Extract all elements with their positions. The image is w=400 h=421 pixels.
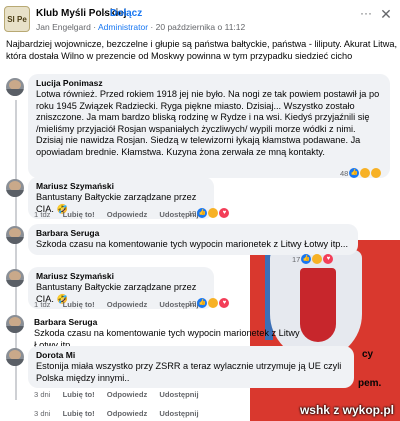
haha-reaction-icon — [360, 168, 371, 178]
group-avatar[interactable]: Sl Pe — [4, 6, 30, 32]
commenter-name[interactable]: Lucija Ponimasz — [36, 78, 382, 88]
comment-text: Lotwa również. Przed rokiem 1918 jej nie… — [36, 89, 380, 157]
commenter-name[interactable]: Barbara Seruga — [34, 317, 322, 327]
share-button[interactable]: Udostępnij — [159, 390, 198, 399]
comment-actions: 3 dni Lubię to! Odpowiedz Udostępnij — [34, 390, 209, 399]
wow-reaction-icon — [371, 168, 382, 178]
reply-button[interactable]: Odpowiedz — [107, 409, 148, 418]
post-text: Najbardziej wojownicze, bezczelne i głup… — [6, 39, 398, 61]
haha-reaction-icon — [312, 254, 323, 264]
like-reaction-icon: 👍 — [197, 298, 208, 308]
heart-reaction-icon: ♥ — [219, 298, 230, 308]
heart-reaction-icon: ♥ — [323, 254, 334, 264]
post-header: Sl Pe Klub Myśli Polskiej · Dołącz Jan E… — [0, 0, 400, 61]
close-icon[interactable]: ✕ — [378, 6, 394, 22]
haha-reaction-icon — [208, 208, 219, 218]
heart-reaction-icon: ♥ — [219, 208, 230, 218]
reaction-count[interactable]: 17 👍 ♥ — [292, 254, 334, 264]
reply-button[interactable]: Odpowiedz — [107, 390, 148, 399]
cropped-text-fragment: cy — [362, 349, 374, 360]
comment-actions: 3 dni Lubię to! Odpowiedz Udostępnij — [34, 409, 209, 418]
reaction-count[interactable]: 19 👍 ♥ — [188, 298, 230, 308]
comment-time[interactable]: 1 tdz — [34, 300, 50, 309]
commenter-name[interactable]: Dorota Mi — [36, 350, 346, 360]
avatar[interactable] — [6, 269, 24, 287]
post-date[interactable]: 20 października o 11:12 — [156, 22, 246, 32]
avatar[interactable] — [6, 78, 24, 96]
commenter-name[interactable]: Barbara Seruga — [36, 228, 350, 238]
comment-bubble: Lucija Ponimasz Lotwa również. Przed rok… — [28, 74, 390, 178]
separator: · — [150, 22, 154, 32]
like-reaction-icon: 👍 — [301, 254, 312, 264]
avatar[interactable] — [6, 348, 24, 366]
like-reaction-icon: 👍 — [349, 168, 360, 178]
comment-time[interactable]: 1 tdz — [34, 210, 50, 219]
commenter-name[interactable]: Mariusz Szymański — [36, 181, 206, 191]
reaction-count[interactable]: 19 👍 ♥ — [188, 208, 230, 218]
like-button[interactable]: Lubię to! — [63, 409, 95, 418]
admin-badge: Administrator — [97, 22, 149, 32]
comment-bubble: Dorota Mi Estonija miała wszystko przy Z… — [28, 346, 354, 389]
commenter-name[interactable]: Mariusz Szymański — [36, 271, 206, 281]
comment-time[interactable]: 3 dni — [34, 390, 50, 399]
like-button[interactable]: Lubię to! — [63, 210, 95, 219]
comment-actions: 1 tdz Lubię to! Odpowiedz Udostępnij — [34, 300, 209, 309]
separator: · — [93, 22, 97, 32]
haha-reaction-icon — [208, 298, 219, 308]
author-name[interactable]: Jan Engelgard — [36, 22, 91, 32]
avatar[interactable] — [6, 226, 24, 244]
comment-text: Estonija miała wszystko przy ZSRR a tera… — [36, 361, 342, 383]
like-reaction-icon: 👍 — [197, 208, 208, 218]
watermark: wshk z wykop.pl — [299, 403, 394, 417]
comment-time[interactable]: 3 dni — [34, 409, 50, 418]
comment-text: Szkoda czasu na komentowanie tych wypoci… — [36, 239, 349, 249]
comment-bubble: Barbara Seruga Szkoda czasu na komentowa… — [28, 224, 358, 255]
avatar[interactable] — [6, 179, 24, 197]
reaction-count[interactable]: 48 👍 — [340, 168, 382, 178]
reply-button[interactable]: Odpowiedz — [107, 300, 148, 309]
reply-button[interactable]: Odpowiedz — [107, 210, 148, 219]
cropped-text-fragment: pem. — [358, 378, 382, 389]
more-options-icon[interactable]: ··· — [358, 6, 374, 22]
like-button[interactable]: Lubię to! — [63, 390, 95, 399]
author-line: Jan Engelgard · Administrator · 20 paźdz… — [36, 22, 245, 32]
share-button[interactable]: Udostępnij — [159, 409, 198, 418]
separator: · — [103, 8, 107, 19]
join-group-link[interactable]: Dołącz — [110, 8, 142, 19]
like-button[interactable]: Lubię to! — [63, 300, 95, 309]
comment-actions: 1 tdz Lubię to! Odpowiedz Udostępnij — [34, 210, 209, 219]
